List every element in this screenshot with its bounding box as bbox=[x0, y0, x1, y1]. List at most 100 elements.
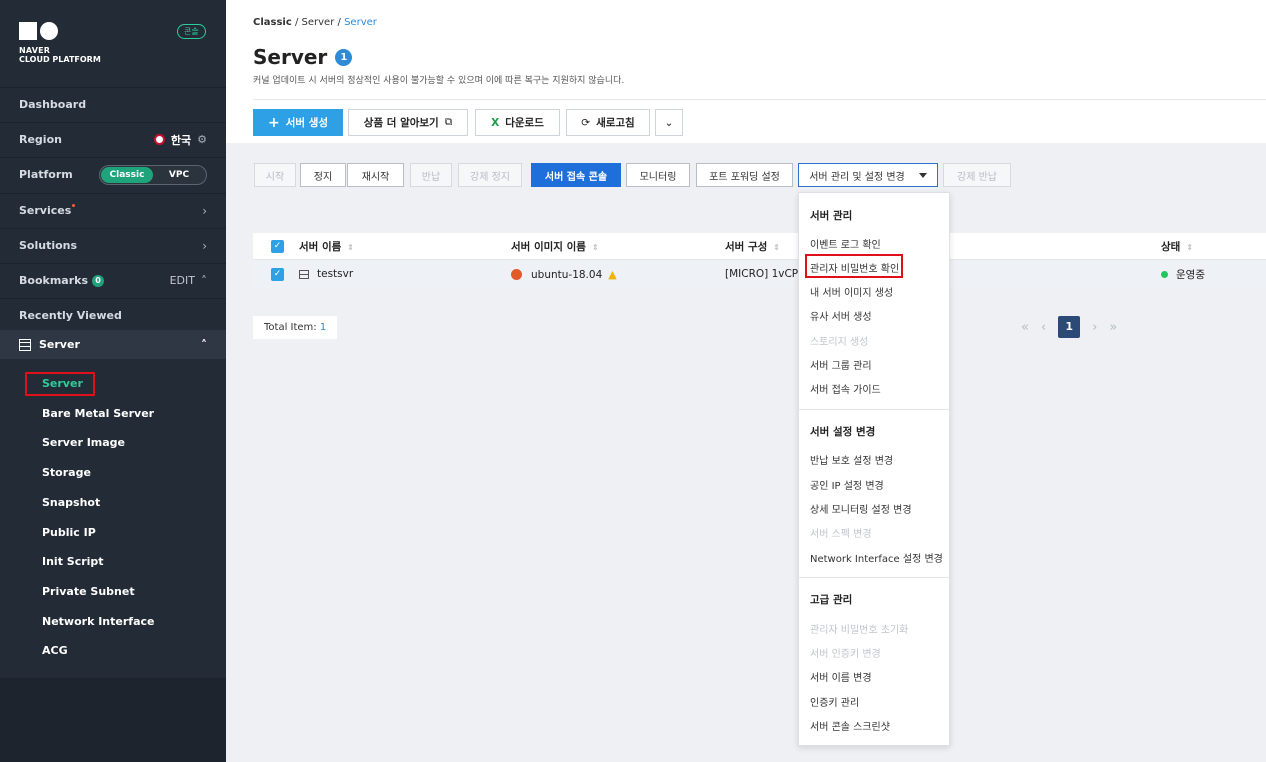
menu-item-server-spec-change: 서버 스펙 변경 bbox=[810, 529, 872, 540]
start-button[interactable]: 시작 bbox=[254, 163, 296, 187]
column-header-server-name[interactable]: 서버 이름 ⇕ bbox=[299, 239, 354, 254]
sidebar: NAVER CLOUD PLATFORM 콘솔 Dashboard Region… bbox=[0, 0, 226, 762]
region-value: 한국 bbox=[170, 133, 192, 147]
menu-item-public-ip-settings[interactable]: 공인 IP 설정 변경 bbox=[810, 477, 884, 492]
solutions-label: Solutions bbox=[19, 239, 78, 252]
sidebar-sub-snapshot[interactable]: Snapshot bbox=[42, 496, 100, 509]
next-page-icon[interactable]: › bbox=[1092, 320, 1097, 335]
server-name-value: testsvr bbox=[317, 268, 354, 280]
chevron-right-icon: › bbox=[202, 203, 207, 218]
status-value: 운영중 bbox=[1176, 268, 1205, 281]
stop-button[interactable]: 정지 bbox=[300, 163, 346, 187]
column-header-status[interactable]: 상태 ⇕ bbox=[1161, 239, 1193, 254]
sidebar-sub-public-ip[interactable]: Public IP bbox=[42, 526, 96, 539]
sidebar-sub-init-script[interactable]: Init Script bbox=[42, 555, 104, 568]
menu-item-return-protection[interactable]: 반납 보호 설정 변경 bbox=[810, 452, 893, 467]
menu-item-create-server-image[interactable]: 내 서버 이미지 생성 bbox=[810, 284, 893, 299]
platform-label: Platform bbox=[19, 168, 73, 181]
services-label: Services bbox=[19, 204, 72, 217]
force-return-button[interactable]: 강제 반납 bbox=[943, 163, 1011, 187]
warning-icon[interactable]: ▲ bbox=[608, 268, 616, 281]
server-manage-dropdown[interactable]: 서버 관리 및 설정 변경 bbox=[798, 163, 938, 187]
sidebar-sub-network-interface[interactable]: Network Interface bbox=[42, 615, 154, 628]
create-server-button[interactable]: + 서버 생성 bbox=[253, 109, 343, 136]
sidebar-item-recently-viewed[interactable]: Recently Viewed bbox=[0, 298, 226, 332]
naver-cloud-logo[interactable]: NAVER CLOUD PLATFORM bbox=[19, 22, 101, 64]
sidebar-item-dashboard[interactable]: Dashboard bbox=[0, 87, 226, 121]
select-all-checkbox[interactable]: ✓ bbox=[271, 239, 284, 253]
sidebar-item-region[interactable]: Region 한국 ⚙ bbox=[0, 122, 226, 156]
restart-button[interactable]: 재시작 bbox=[347, 163, 404, 187]
sidebar-item-services[interactable]: Services › bbox=[0, 193, 226, 227]
bookmarks-edit-link[interactable]: EDIT bbox=[170, 274, 195, 287]
external-link-icon: ⧉ bbox=[444, 116, 453, 128]
total-label-text: Total Item: bbox=[264, 322, 317, 333]
server-console-button[interactable]: 서버 접속 콘솔 bbox=[531, 163, 621, 187]
menu-item-detailed-monitoring[interactable]: 상세 모니터링 설정 변경 bbox=[810, 501, 912, 516]
column-header-server-spec[interactable]: 서버 구성 ⇕ bbox=[725, 239, 780, 254]
server-group-label: Server bbox=[39, 338, 80, 351]
menu-section-server-settings: 서버 설정 변경 bbox=[810, 426, 876, 438]
breadcrumb-classic[interactable]: Classic bbox=[253, 17, 292, 28]
sidebar-item-bookmarks[interactable]: Bookmarks 0 EDIT ˄ bbox=[0, 263, 226, 297]
ubuntu-icon bbox=[511, 269, 522, 280]
learn-more-button[interactable]: 상품 더 알아보기 ⧉ bbox=[348, 109, 468, 136]
prev-page-icon[interactable]: ‹ bbox=[1041, 320, 1046, 335]
breadcrumb-server-parent[interactable]: Server bbox=[302, 17, 335, 28]
page-title-text: Server bbox=[253, 45, 328, 69]
menu-item-server-group-manage[interactable]: 서버 그룹 관리 bbox=[810, 357, 872, 372]
dashboard-label: Dashboard bbox=[19, 98, 87, 111]
first-page-icon[interactable]: « bbox=[1021, 320, 1029, 335]
monitoring-button[interactable]: 모니터링 bbox=[626, 163, 690, 187]
breadcrumb: Classic / Server / Server bbox=[253, 17, 377, 28]
caret-down-icon bbox=[918, 172, 927, 178]
more-options-button[interactable]: ⌄ bbox=[655, 109, 683, 136]
sidebar-group-server[interactable]: Server ˄ bbox=[0, 330, 226, 359]
page-number-current[interactable]: 1 bbox=[1058, 316, 1081, 338]
breadcrumb-server-current[interactable]: Server bbox=[344, 17, 377, 28]
menu-item-console-screenshot[interactable]: 서버 콘솔 스크린샷 bbox=[810, 718, 890, 733]
column-header-server-image[interactable]: 서버 이미지 이름 ⇕ bbox=[511, 239, 599, 254]
server-spec-cell: [MICRO] 1vCPU bbox=[725, 268, 806, 280]
create-server-label: 서버 생성 bbox=[285, 117, 329, 129]
status-running-dot bbox=[1161, 270, 1168, 278]
menu-item-server-access-guide[interactable]: 서버 접속 가이드 bbox=[810, 381, 881, 396]
last-page-icon[interactable]: » bbox=[1109, 320, 1117, 335]
force-stop-button[interactable]: 강제 정지 bbox=[458, 163, 522, 187]
gear-icon[interactable]: ⚙ bbox=[197, 133, 207, 146]
sidebar-sub-private-subnet[interactable]: Private Subnet bbox=[42, 585, 135, 598]
sort-icon: ⇕ bbox=[591, 242, 599, 252]
chevron-up-icon[interactable]: ˄ bbox=[201, 274, 207, 288]
sidebar-sub-server-image[interactable]: Server Image bbox=[42, 436, 125, 449]
download-button[interactable]: X 다운로드 bbox=[475, 109, 560, 136]
highlight-box-server bbox=[25, 372, 95, 396]
menu-item-auth-key-change: 서버 인증키 변경 bbox=[810, 649, 881, 660]
row-checkbox[interactable]: ✓ bbox=[271, 267, 284, 281]
page-title: Server 1 bbox=[253, 45, 353, 69]
table-row[interactable]: ✓ testsvr ubuntu-18.04 ▲ [MICRO] 1vCPU 운영… bbox=[253, 260, 1266, 288]
platform-toggle[interactable]: Classic VPC bbox=[99, 164, 207, 185]
sidebar-sub-bare-metal-server[interactable]: Bare Metal Server bbox=[42, 407, 154, 420]
logo-text-naver: NAVER bbox=[19, 46, 51, 55]
sidebar-item-solutions[interactable]: Solutions › bbox=[0, 228, 226, 262]
chevron-up-icon: ˄ bbox=[201, 337, 207, 352]
refresh-icon: ⟳ bbox=[581, 116, 591, 129]
page-notice: 커널 업데이트 시 서버의 정상적인 사용이 불가능할 수 있으며 이에 따른 … bbox=[253, 76, 625, 86]
info-badge-icon[interactable]: 1 bbox=[335, 48, 353, 66]
menu-item-rename-server[interactable]: 서버 이름 변경 bbox=[810, 669, 872, 684]
menu-item-network-interface-settings[interactable]: Network Interface 설정 변경 bbox=[810, 550, 943, 565]
return-button[interactable]: 반납 bbox=[410, 163, 452, 187]
console-badge[interactable]: 콘솔 bbox=[177, 24, 206, 39]
menu-item-auth-key-manage[interactable]: 인증키 관리 bbox=[810, 694, 859, 709]
port-forwarding-button[interactable]: 포트 포워딩 설정 bbox=[696, 163, 793, 187]
platform-option-classic[interactable]: Classic bbox=[101, 166, 153, 183]
plus-icon: + bbox=[267, 114, 280, 131]
sort-icon: ⇕ bbox=[773, 242, 780, 252]
menu-item-create-similar-server[interactable]: 유사 서버 생성 bbox=[810, 308, 872, 323]
sidebar-sub-acg[interactable]: ACG bbox=[42, 644, 68, 657]
sort-icon: ⇕ bbox=[347, 242, 354, 252]
sidebar-sub-storage[interactable]: Storage bbox=[42, 466, 91, 479]
menu-item-event-log[interactable]: 이벤트 로그 확인 bbox=[810, 236, 881, 251]
refresh-button[interactable]: ⟳ 새로고침 bbox=[566, 109, 650, 136]
platform-option-vpc[interactable]: VPC bbox=[153, 167, 205, 183]
